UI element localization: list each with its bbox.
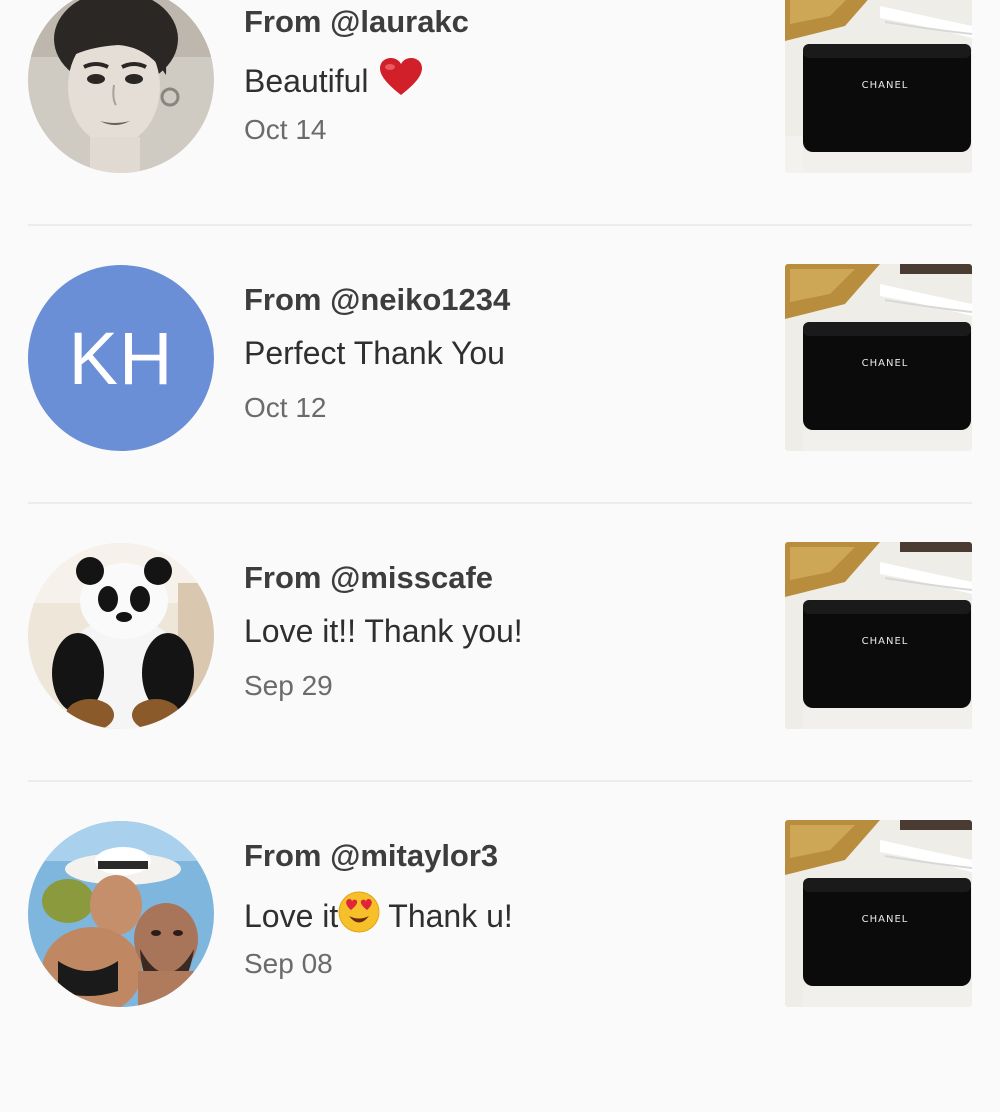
review-item[interactable]: From @mitaylor3 Love it Thank u! Sep 08	[0, 820, 1000, 1112]
review-message: Love it Thank u!	[244, 891, 513, 941]
chanel-logo-text: CHANEL	[862, 80, 909, 91]
review-date: Oct 14	[244, 114, 327, 145]
review-item[interactable]: From @misscafe Love it!! Thank you! Sep …	[0, 542, 1000, 834]
chanel-pouch-image: CHANEL	[785, 0, 972, 173]
avatar-portrait-photo	[28, 0, 214, 173]
review-message: Love it!! Thank you!	[244, 613, 523, 650]
review-message-text: Beautiful	[244, 62, 369, 99]
review-message: Beautiful	[244, 57, 423, 105]
red-heart-icon	[379, 57, 423, 105]
chanel-logo-text: CHANEL	[862, 914, 909, 925]
review-date: Sep 29	[244, 670, 333, 701]
review-item[interactable]: From @laurakc Beautiful Oct 14 CHANEL	[0, 0, 1000, 278]
avatar-beach-photo	[28, 821, 214, 1007]
user-avatar[interactable]: KH	[28, 265, 214, 451]
user-avatar[interactable]	[28, 0, 214, 173]
review-author[interactable]: From @misscafe	[244, 560, 493, 596]
review-author[interactable]: From @neiko1234	[244, 282, 510, 318]
chanel-logo-text: CHANEL	[862, 636, 909, 647]
review-date: Sep 08	[244, 948, 333, 979]
chanel-pouch-image: CHANEL	[785, 542, 972, 729]
reviews-list: From @laurakc Beautiful Oct 14 CHANEL KH…	[0, 0, 1000, 1007]
review-message-text: Perfect Thank You	[244, 335, 505, 371]
product-thumbnail[interactable]: CHANEL	[785, 820, 972, 1007]
product-thumbnail[interactable]: CHANEL	[785, 264, 972, 451]
review-message: Perfect Thank You	[244, 335, 505, 372]
chanel-pouch-image: CHANEL	[785, 820, 972, 1007]
avatar-initials: KH	[68, 316, 174, 400]
user-avatar[interactable]	[28, 543, 214, 729]
review-author[interactable]: From @mitaylor3	[244, 838, 498, 874]
chanel-pouch-image: CHANEL	[785, 264, 972, 451]
user-avatar[interactable]	[28, 821, 214, 1007]
row-divider	[28, 502, 972, 504]
product-thumbnail[interactable]: CHANEL	[785, 542, 972, 729]
review-message-text-start: Love it	[244, 897, 339, 934]
row-divider	[28, 780, 972, 782]
avatar-panda-photo	[28, 543, 214, 729]
review-item[interactable]: KH From @neiko1234 Perfect Thank You Oct…	[0, 264, 1000, 556]
row-divider	[28, 224, 972, 226]
review-message-text: Love it!! Thank you!	[244, 613, 523, 649]
review-date: Oct 12	[244, 392, 327, 423]
heart-eyes-icon	[338, 891, 380, 941]
product-thumbnail[interactable]: CHANEL	[785, 0, 972, 173]
review-author[interactable]: From @laurakc	[244, 4, 469, 40]
chanel-logo-text: CHANEL	[862, 358, 909, 369]
review-message-text-end: Thank u!	[388, 897, 513, 934]
